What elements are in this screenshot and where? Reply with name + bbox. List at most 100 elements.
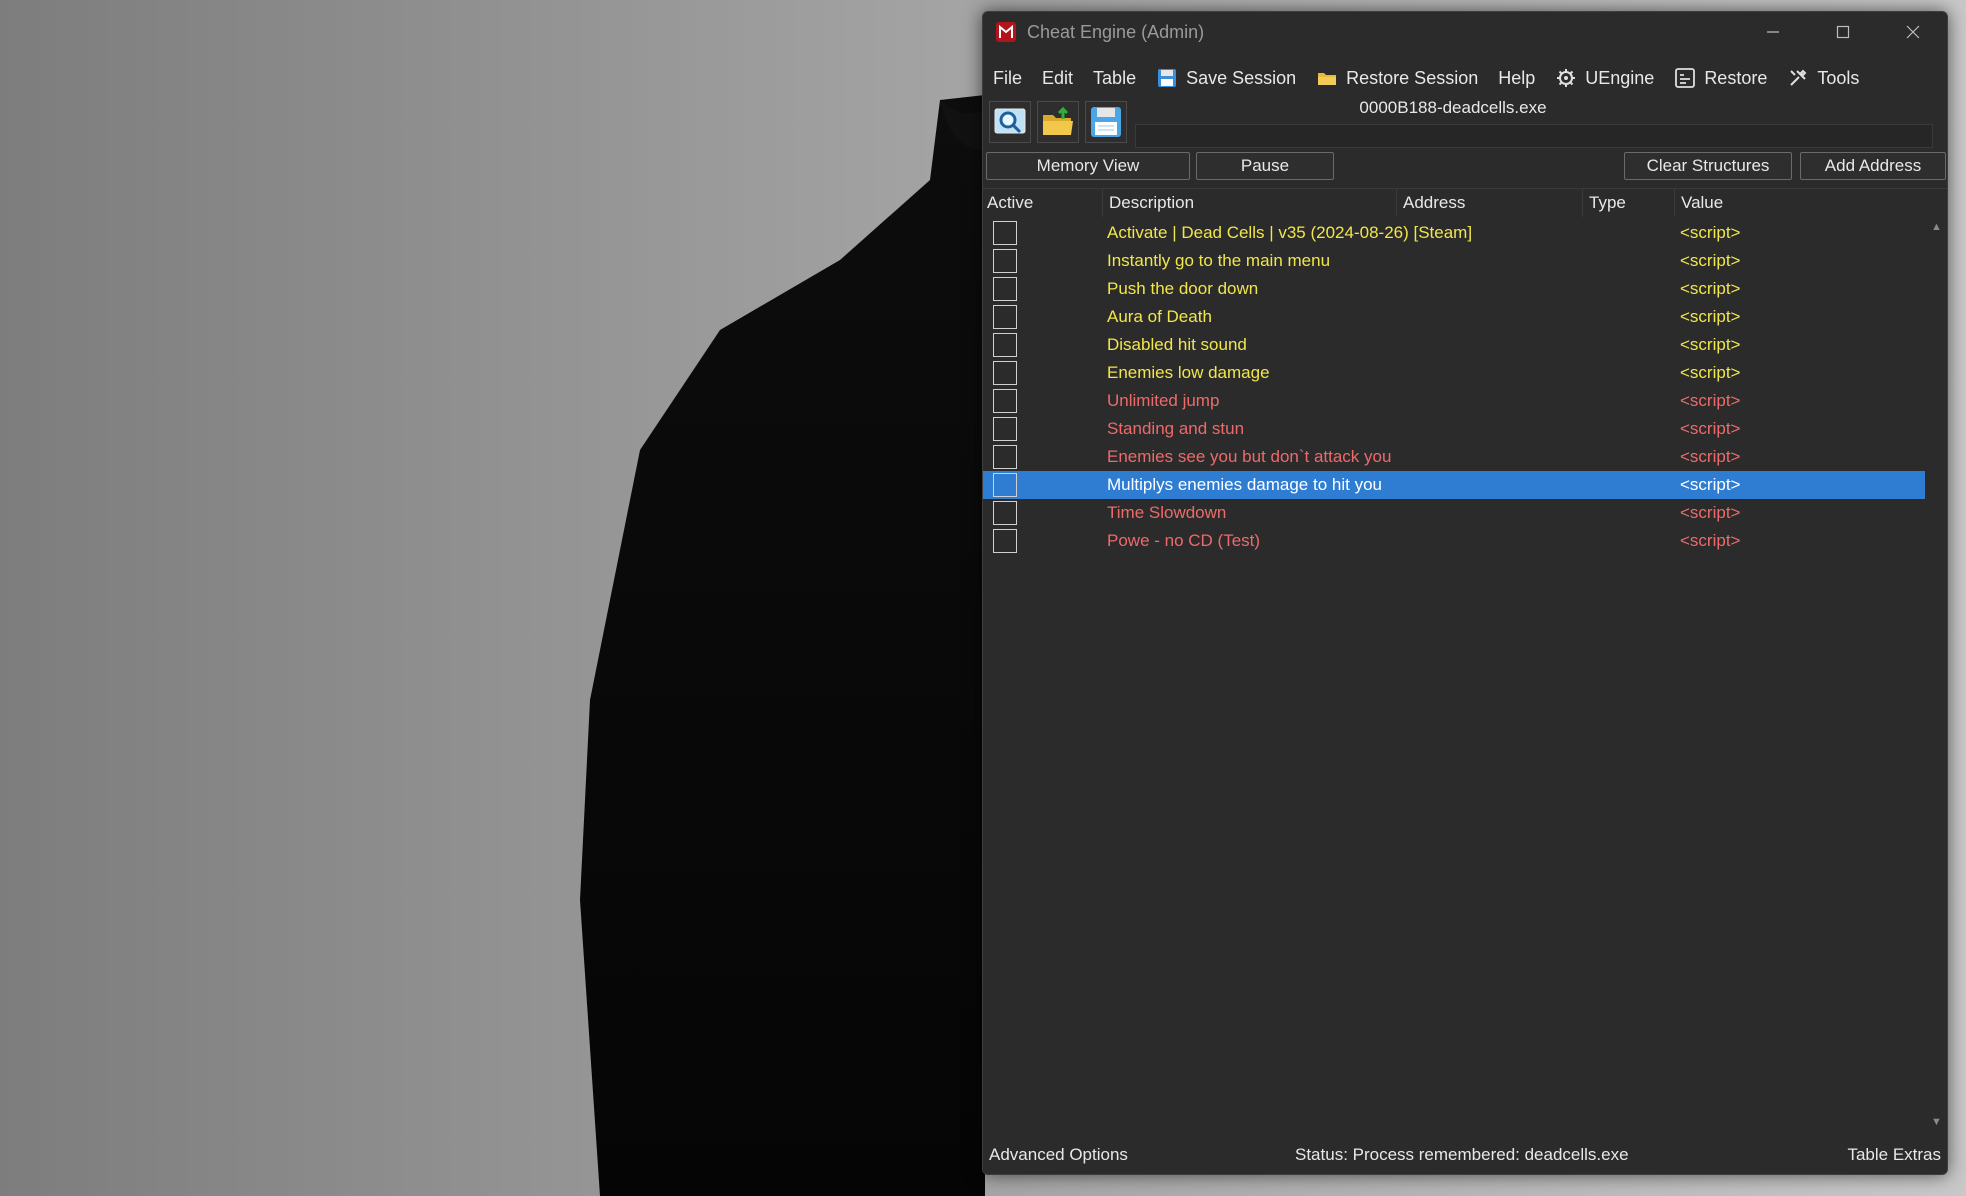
table-extras-button[interactable]: Table Extras — [1847, 1145, 1941, 1165]
row-description: Disabled hit sound — [1107, 335, 1247, 354]
gear-icon — [1557, 69, 1576, 87]
row-description: Instantly go to the main menu — [1107, 251, 1331, 270]
advanced-options-button[interactable]: Advanced Options — [989, 1145, 1128, 1165]
table-row[interactable]: Multiplys enemies damage to hit you <scri… — [983, 471, 1925, 499]
address-list[interactable]: Activate | Dead Cells | v35 (2024-08-26)… — [983, 217, 1925, 1132]
open-table-button[interactable] — [1037, 101, 1079, 143]
minimize-button[interactable] — [1739, 12, 1807, 52]
menu-edit[interactable]: Edit — [1042, 68, 1073, 89]
save-table-button[interactable] — [1085, 101, 1127, 143]
restore-panel-icon — [1675, 68, 1696, 88]
close-button[interactable] — [1879, 12, 1947, 52]
row-value[interactable]: <script> — [1680, 223, 1740, 243]
tools-wrench-icon — [1790, 69, 1807, 86]
row-value[interactable]: <script> — [1680, 391, 1740, 411]
table-row[interactable]: Standing and stun <script> — [983, 415, 1925, 443]
select-process-button[interactable] — [989, 101, 1031, 143]
menu-uengine-label: UEngine — [1585, 67, 1655, 88]
table-row[interactable]: Enemies low damage <script> — [983, 359, 1925, 387]
menu-restore[interactable]: Restore — [1674, 67, 1767, 89]
menu-tools-label: Tools — [1817, 67, 1860, 88]
row-description: Standing and stun — [1107, 419, 1245, 438]
menu-save-session-label: Save Session — [1186, 67, 1297, 88]
table-row[interactable]: Aura of Death <script> — [983, 303, 1925, 331]
menu-restore-label: Restore — [1704, 67, 1768, 88]
active-checkbox[interactable] — [993, 473, 1017, 497]
cheat-engine-logo-icon — [996, 22, 1016, 42]
menu-help[interactable]: Help — [1498, 68, 1535, 89]
toolbar — [989, 101, 1127, 147]
menu-restore-session[interactable]: Restore Session — [1316, 67, 1478, 89]
row-description: Powe - no CD (Test) — [1107, 531, 1261, 550]
menu-restore-session-label: Restore Session — [1346, 67, 1479, 88]
row-value[interactable]: <script> — [1680, 279, 1740, 299]
save-disk-icon — [1091, 107, 1121, 137]
active-checkbox[interactable] — [993, 277, 1017, 301]
active-checkbox[interactable] — [993, 529, 1017, 553]
row-value[interactable]: <script> — [1680, 251, 1740, 271]
menu-table[interactable]: Table — [1093, 68, 1136, 89]
row-value[interactable]: <script> — [1680, 307, 1740, 327]
open-folder-icon — [1043, 106, 1073, 135]
row-value[interactable]: <script> — [1680, 419, 1740, 439]
pause-button[interactable]: Pause — [1196, 152, 1334, 180]
active-checkbox[interactable] — [993, 389, 1017, 413]
active-checkbox[interactable] — [993, 417, 1017, 441]
row-description: Push the door down — [1107, 279, 1259, 298]
row-value[interactable]: <script> — [1680, 503, 1740, 523]
row-value[interactable]: <script> — [1680, 447, 1740, 467]
menu-tools[interactable]: Tools — [1787, 67, 1859, 89]
status-bar: Advanced Options Status: Process remembe… — [983, 1132, 1947, 1174]
row-description: Time Slowdown — [1107, 503, 1227, 522]
active-checkbox[interactable] — [993, 249, 1017, 273]
table-row[interactable]: Time Slowdown <script> — [983, 499, 1925, 527]
table-row[interactable]: Instantly go to the main menu <script> — [983, 247, 1925, 275]
window-title: Cheat Engine (Admin) — [1027, 22, 1205, 42]
row-description: Unlimited jump — [1107, 391, 1220, 410]
close-icon — [1906, 25, 1920, 39]
scroll-up-arrow-icon[interactable]: ▲ — [1931, 221, 1942, 233]
active-checkbox[interactable] — [993, 305, 1017, 329]
scroll-down-arrow-icon[interactable]: ▼ — [1931, 1116, 1942, 1128]
active-checkbox[interactable] — [993, 333, 1017, 357]
active-checkbox[interactable] — [993, 501, 1017, 525]
row-description: Enemies low damage — [1107, 363, 1270, 382]
table-row[interactable]: Disabled hit sound <script> — [983, 331, 1925, 359]
scan-progress-bar — [1135, 124, 1933, 148]
menu-save-session[interactable]: Save Session — [1156, 67, 1296, 89]
column-address[interactable]: Address — [1397, 189, 1583, 217]
table-row[interactable]: Activate | Dead Cells | v35 (2024-08-26)… — [983, 219, 1925, 247]
column-active[interactable]: Active — [983, 189, 1103, 217]
table-row[interactable]: Enemies see you but don`t attack you <scr… — [983, 443, 1925, 471]
row-value[interactable]: <script> — [1680, 335, 1740, 355]
row-description: Activate | Dead Cells | v35 (2024-08-26)… — [1107, 223, 1473, 242]
table-row[interactable]: Powe - no CD (Test) <script> — [983, 527, 1925, 555]
row-value[interactable]: <script> — [1680, 531, 1740, 551]
row-value[interactable]: <script> — [1680, 475, 1740, 495]
column-value[interactable]: Value — [1675, 189, 1947, 217]
row-description: Aura of Death — [1107, 307, 1212, 326]
column-type[interactable]: Type — [1583, 189, 1675, 217]
table-row[interactable]: Unlimited jump <script> — [983, 387, 1925, 415]
column-description[interactable]: Description — [1103, 189, 1397, 217]
row-description: Multiplys enemies damage to hit you — [1107, 475, 1382, 494]
minimize-icon — [1767, 31, 1779, 33]
clear-structures-button[interactable]: Clear Structures — [1624, 152, 1792, 180]
address-list-scrollbar[interactable]: ▲ ▼ — [1925, 217, 1947, 1132]
address-list-header: Active Description Address Type Value — [983, 188, 1947, 218]
cheat-engine-window: Cheat Engine (Admin) File Edit Table Sav… — [982, 11, 1948, 1175]
memory-view-button[interactable]: Memory View — [986, 152, 1190, 180]
active-checkbox[interactable] — [993, 221, 1017, 245]
add-address-button[interactable]: Add Address — [1800, 152, 1946, 180]
row-value[interactable]: <script> — [1680, 363, 1740, 383]
process-select-icon — [994, 108, 1026, 134]
active-checkbox[interactable] — [993, 445, 1017, 469]
maximize-button[interactable] — [1809, 12, 1877, 52]
active-checkbox[interactable] — [993, 361, 1017, 385]
title-bar[interactable]: Cheat Engine (Admin) — [983, 12, 1947, 52]
folder-icon — [1318, 73, 1337, 85]
table-row[interactable]: Push the door down <script> — [983, 275, 1925, 303]
menu-uengine[interactable]: UEngine — [1555, 67, 1654, 89]
menu-file[interactable]: File — [993, 68, 1022, 89]
attached-process-label: 0000B188-deadcells.exe — [1359, 98, 1547, 117]
